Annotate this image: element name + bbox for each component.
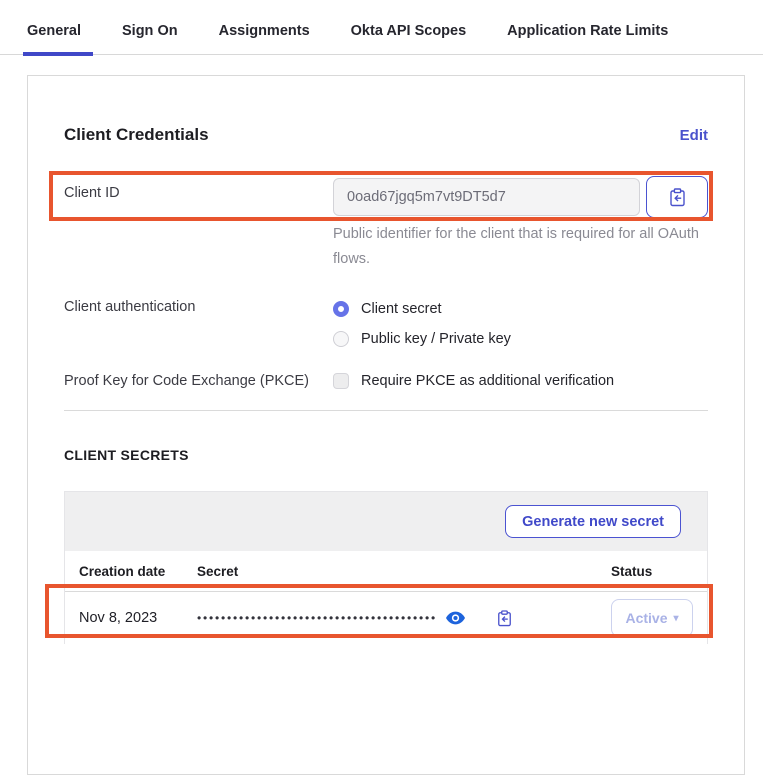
secrets-table-header: Creation date Secret Status bbox=[65, 551, 707, 592]
client-authentication-options: Client secret Public key / Private key bbox=[333, 296, 511, 350]
edit-link[interactable]: Edit bbox=[680, 127, 708, 144]
secret-creation-date: Nov 8, 2023 bbox=[65, 610, 197, 626]
generate-new-secret-button[interactable]: Generate new secret bbox=[505, 505, 681, 538]
radio-unselected-icon bbox=[333, 331, 349, 347]
clipboard-copy-icon bbox=[497, 610, 512, 627]
column-header-status: Status bbox=[611, 564, 707, 579]
column-header-secret: Secret bbox=[197, 564, 611, 579]
column-header-creation-date: Creation date bbox=[65, 564, 197, 579]
tab-okta-api-scopes[interactable]: Okta API Scopes bbox=[349, 23, 469, 54]
eye-icon bbox=[446, 611, 465, 625]
chevron-down-icon: ▾ bbox=[674, 613, 679, 624]
tab-general[interactable]: General bbox=[25, 23, 83, 54]
client-authentication-label: Client authentication bbox=[64, 296, 333, 350]
pkce-label: Proof Key for Code Exchange (PKCE) bbox=[64, 370, 333, 392]
status-label: Active bbox=[625, 610, 667, 626]
radio-selected-icon bbox=[333, 301, 349, 317]
client-secrets-table: Generate new secret Creation date Secret… bbox=[64, 491, 708, 644]
panel-title: Client Credentials bbox=[64, 125, 209, 145]
app-tab-bar: General Sign On Assignments Okta API Sco… bbox=[0, 0, 763, 55]
client-id-label: Client ID bbox=[64, 176, 333, 218]
copy-client-id-button[interactable] bbox=[646, 176, 708, 218]
section-divider bbox=[64, 410, 708, 411]
client-credentials-header: Client Credentials Edit bbox=[64, 125, 708, 145]
secret-cell: •••••••••••••••••••••••••••••••••••••••• bbox=[197, 610, 611, 627]
pkce-checkbox-option[interactable]: Require PKCE as additional verification bbox=[333, 370, 614, 392]
general-settings-card: Client Credentials Edit Client ID Public… bbox=[27, 75, 745, 775]
tab-application-rate-limits[interactable]: Application Rate Limits bbox=[505, 23, 670, 54]
client-id-field-group bbox=[333, 176, 708, 218]
client-id-row: Client ID bbox=[64, 176, 708, 218]
reveal-secret-button[interactable] bbox=[446, 611, 465, 625]
table-row: Nov 8, 2023 ••••••••••••••••••••••••••••… bbox=[65, 592, 707, 644]
masked-secret-value: •••••••••••••••••••••••••••••••••••••••• bbox=[197, 611, 437, 625]
status-active-dropdown[interactable]: Active ▾ bbox=[611, 599, 693, 637]
client-id-input[interactable] bbox=[333, 178, 640, 216]
status-cell: Active ▾ bbox=[611, 599, 707, 637]
client-id-help-text: Public identifier for the client that is… bbox=[333, 222, 733, 272]
checkbox-unchecked-icon bbox=[333, 373, 349, 389]
pkce-row: Proof Key for Code Exchange (PKCE) Requi… bbox=[64, 370, 708, 392]
clipboard-copy-icon bbox=[669, 188, 686, 207]
radio-public-private-key[interactable]: Public key / Private key bbox=[333, 328, 511, 350]
radio-public-private-key-label: Public key / Private key bbox=[361, 331, 511, 347]
copy-secret-button[interactable] bbox=[497, 610, 512, 627]
client-authentication-row: Client authentication Client secret Publ… bbox=[64, 296, 708, 350]
tab-sign-on[interactable]: Sign On bbox=[120, 23, 180, 54]
secrets-table-toolbar: Generate new secret bbox=[65, 492, 707, 551]
tab-assignments[interactable]: Assignments bbox=[217, 23, 312, 54]
radio-client-secret-label: Client secret bbox=[361, 301, 442, 317]
radio-client-secret[interactable]: Client secret bbox=[333, 298, 511, 320]
pkce-option-label: Require PKCE as additional verification bbox=[361, 373, 614, 389]
client-secrets-heading: CLIENT SECRETS bbox=[64, 447, 708, 463]
